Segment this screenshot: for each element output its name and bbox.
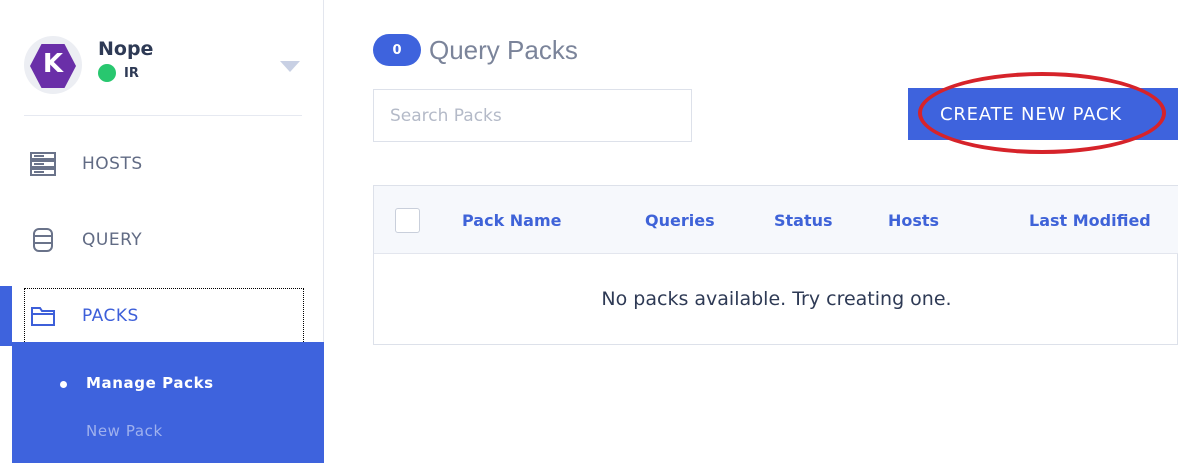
column-header-last-modified[interactable]: Last Modified xyxy=(1029,211,1151,230)
table-header: Pack Name Queries Status Hosts Last Modi… xyxy=(374,186,1178,254)
account-switcher[interactable]: K Nope IR xyxy=(24,36,304,94)
column-header-hosts[interactable]: Hosts xyxy=(888,211,939,230)
active-indicator xyxy=(0,286,12,346)
avatar-letter: K xyxy=(42,49,64,79)
account-team: IR xyxy=(124,65,139,81)
hosts-icon xyxy=(30,151,56,177)
search-input[interactable] xyxy=(373,89,692,142)
sidebar-item-label: PACKS xyxy=(82,306,139,326)
account-name: Nope xyxy=(98,38,154,60)
column-header-queries[interactable]: Queries xyxy=(645,211,715,230)
column-header-pack-name[interactable]: Pack Name xyxy=(462,211,562,230)
database-icon xyxy=(30,227,56,253)
page-header: 0 Query Packs xyxy=(373,34,578,66)
sidebar-item-label: QUERY xyxy=(82,230,143,250)
page-title: Query Packs xyxy=(429,34,578,65)
sidebar-item-hosts[interactable]: HOSTS xyxy=(0,134,324,194)
sidebar-item-query[interactable]: QUERY xyxy=(0,210,324,270)
chevron-down-icon[interactable] xyxy=(280,61,300,72)
divider xyxy=(24,115,302,116)
packs-submenu: Manage Packs New Pack xyxy=(12,342,324,463)
sidebar: K Nope IR HOSTS QUERY PACKS Manage Packs… xyxy=(0,0,324,463)
pack-count-badge: 0 xyxy=(373,34,421,66)
account-status: IR xyxy=(98,64,139,82)
submenu-item-label: Manage Packs xyxy=(86,374,214,392)
online-status-icon xyxy=(98,64,116,82)
bullet-icon xyxy=(60,381,67,388)
create-new-pack-button[interactable]: CREATE NEW PACK xyxy=(908,88,1178,140)
focus-outline xyxy=(24,288,304,344)
sidebar-item-packs[interactable]: PACKS xyxy=(0,286,324,346)
column-header-status[interactable]: Status xyxy=(774,211,833,230)
avatar: K xyxy=(24,36,82,94)
packs-table: Pack Name Queries Status Hosts Last Modi… xyxy=(373,185,1178,345)
folder-icon xyxy=(30,303,56,329)
select-all-checkbox[interactable] xyxy=(395,208,420,233)
sidebar-item-label: HOSTS xyxy=(82,154,143,174)
empty-state-message: No packs available. Try creating one. xyxy=(601,288,952,310)
submenu-item-label: New Pack xyxy=(86,422,163,440)
